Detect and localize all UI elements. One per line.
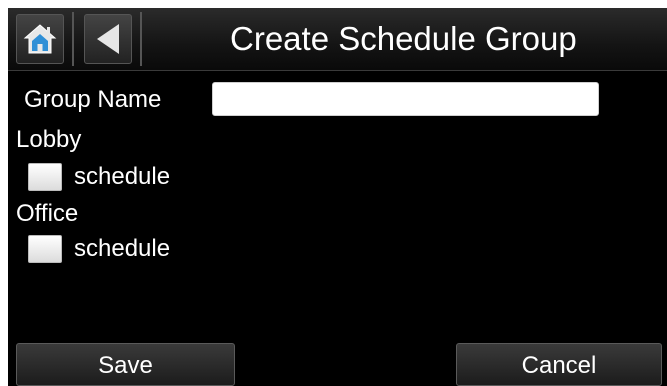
header-divider — [140, 12, 142, 66]
lobby-schedule-label[interactable]: schedule — [74, 163, 170, 191]
home-icon — [23, 24, 57, 54]
lobby-schedule-checkbox[interactable] — [28, 163, 62, 191]
save-button[interactable]: Save — [16, 343, 235, 386]
office-schedule-checkbox[interactable] — [28, 235, 62, 263]
group-label-office: Office — [16, 200, 79, 227]
group-name-input[interactable] — [212, 82, 599, 116]
cancel-button[interactable]: Cancel — [456, 343, 662, 386]
back-button[interactable] — [84, 14, 132, 64]
back-arrow-icon — [97, 24, 119, 54]
group-label-lobby: Lobby — [16, 126, 82, 153]
office-schedule-label[interactable]: schedule — [74, 235, 170, 263]
page-title: Create Schedule Group — [230, 20, 577, 57]
home-button[interactable] — [16, 14, 64, 64]
header-divider — [72, 12, 74, 66]
screen: Create Schedule Group Group Name Lobby s… — [8, 8, 667, 386]
header-bar: Create Schedule Group — [8, 8, 667, 71]
group-name-label: Group Name — [24, 86, 162, 113]
